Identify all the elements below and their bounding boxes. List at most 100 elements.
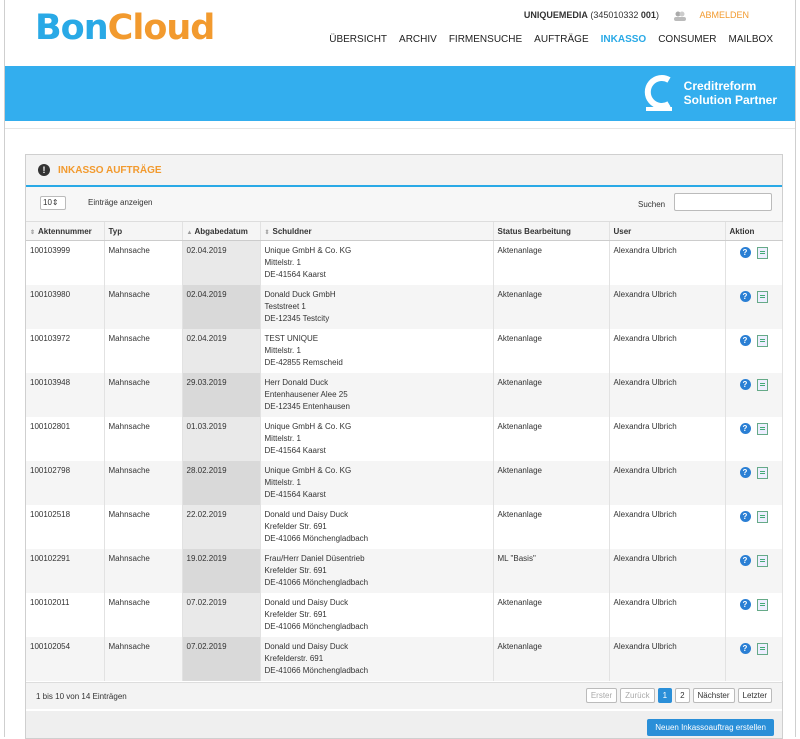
cell-aktion: ? (725, 593, 783, 637)
document-icon[interactable] (756, 423, 768, 435)
user-value: Alexandra Ulbrich (613, 466, 677, 475)
user-value: Alexandra Ulbrich (613, 422, 677, 431)
new-inkasso-button[interactable]: Neuen Inkassoauftrag erstellen (647, 719, 774, 736)
schuldner-line2: Krefelder Str. 691 (264, 522, 327, 531)
page-last-button[interactable]: Letzter (737, 688, 772, 703)
document-icon[interactable] (756, 643, 768, 655)
creditreform-banner: Creditreform Solution Partner (5, 66, 795, 121)
nav-firmensuche[interactable]: FIRMENSUCHE (449, 34, 522, 45)
cr-line1: Creditreform (683, 79, 757, 93)
cell-status: Aktenanlage (493, 461, 610, 505)
status-value: Aktenanlage (497, 334, 542, 343)
document-icon[interactable] (756, 467, 768, 479)
divider (5, 128, 795, 129)
help-icon[interactable]: ? (739, 335, 751, 346)
schuldner-line2: Mittelstr. 1 (264, 346, 301, 355)
cell-aktennummer: 100103948 (26, 373, 105, 417)
users-icon[interactable] (673, 11, 687, 21)
col-abgabedatum[interactable]: ▲ Abgabedatum (182, 222, 261, 241)
typ-value: Mahnsache (108, 422, 150, 431)
page-first-button[interactable]: Erster (585, 688, 618, 703)
schuldner-line3: DE-41066 Mönchengladbach (264, 622, 369, 631)
cell-schuldner: Donald Duck GmbH Teststreet 1 DE-12345 Tes… (260, 285, 494, 329)
cell-typ: Mahnsache (104, 285, 183, 329)
document-icon[interactable] (756, 335, 768, 347)
cell-status: Aktenanlage (493, 505, 610, 549)
help-icon[interactable]: ? (739, 643, 751, 654)
logout-link[interactable]: ABMELDEN (699, 10, 749, 20)
aktennummer-value: 100102291 (30, 554, 71, 563)
user-value: Alexandra Ulbrich (613, 510, 677, 519)
cell-aktion: ? (725, 549, 783, 593)
account-id-suffix: ) (655, 10, 659, 20)
cell-abgabedatum: 02.04.2019 (182, 329, 261, 373)
document-icon[interactable] (756, 291, 768, 303)
col-status[interactable]: Status Bearbeitung (493, 222, 610, 241)
schuldner-line2: Mittelstr. 1 (264, 478, 301, 487)
schuldner-line1: TEST UNIQUE (264, 334, 319, 343)
col-user[interactable]: User (609, 222, 726, 241)
document-icon[interactable] (756, 379, 768, 391)
cell-typ: Mahnsache (104, 329, 183, 373)
entries-length-label: Einträge anzeigen (88, 198, 153, 207)
sort-asc-icon: ▲ (186, 229, 193, 236)
help-icon[interactable]: ? (739, 379, 751, 390)
cell-user: Alexandra Ulbrich (609, 240, 726, 285)
panel-title: INKASSO AUFTRÄGE (58, 164, 162, 176)
account-name: UNIQUEMEDIA (523, 10, 588, 20)
cell-user: Alexandra Ulbrich (609, 505, 726, 549)
nav-inkasso[interactable]: INKASSO (601, 34, 647, 45)
schuldner-line1: Donald und Daisy Duck (264, 598, 349, 607)
help-icon[interactable]: ? (739, 247, 751, 258)
help-icon[interactable]: ? (739, 555, 751, 566)
entries-length-select[interactable]: 10⇕ (40, 196, 66, 210)
help-icon[interactable]: ? (739, 511, 751, 522)
table-row: 100103948 Mahnsache 29.03.2019 Herr Donald … (26, 373, 783, 417)
col-aktennummer[interactable]: ⇕ Aktennummer (26, 222, 105, 241)
document-icon[interactable] (756, 247, 768, 259)
schuldner-line1: Donald Duck GmbH (264, 290, 336, 299)
nav-archiv[interactable]: ARCHIV (399, 34, 437, 45)
help-icon[interactable]: ? (739, 423, 751, 434)
table-row: 100102798 Mahnsache 28.02.2019 Unique GmbH … (26, 461, 783, 505)
app-frame: BonCloud UNIQUEMEDIA (345010332 001) ABM… (4, 0, 796, 739)
col-abgabedatum-label: Abgabedatum (194, 226, 248, 236)
cell-abgabedatum: 07.02.2019 (182, 637, 261, 681)
nav-mailbox[interactable]: MAILBOX (729, 34, 773, 45)
search-input[interactable] (674, 193, 772, 211)
user-value: Alexandra Ulbrich (613, 642, 677, 651)
help-icon[interactable]: ? (739, 467, 751, 478)
page-next-button[interactable]: Nächster (692, 688, 735, 703)
cell-user: Alexandra Ulbrich (609, 329, 726, 373)
help-icon[interactable]: ? (739, 291, 751, 302)
document-icon[interactable] (756, 555, 768, 567)
schuldner-line3: DE-12345 Entenhausen (264, 402, 350, 411)
col-typ[interactable]: Typ (104, 222, 183, 241)
cell-aktennummer: 100102011 (26, 593, 105, 637)
document-icon[interactable] (756, 511, 768, 523)
table-row: 100102291 Mahnsache 19.02.2019 Frau/Herr Da… (26, 549, 783, 593)
boncloud-logo[interactable]: BonCloud (35, 8, 215, 48)
document-icon[interactable] (756, 599, 768, 611)
abgabedatum-value: 02.04.2019 (186, 246, 227, 255)
table-info: 1 bis 10 von 14 Einträgen (36, 692, 127, 701)
cell-status: Aktenanlage (493, 329, 610, 373)
cell-user: Alexandra Ulbrich (609, 285, 726, 329)
page-1-button[interactable]: 1 (657, 688, 673, 703)
col-aktion-label: Aktion (729, 226, 755, 236)
creditreform-c-icon (644, 75, 672, 111)
page-2-button[interactable]: 2 (675, 688, 690, 703)
abgabedatum-value: 01.03.2019 (186, 422, 227, 431)
nav-consumer[interactable]: CONSUMER (658, 34, 716, 45)
nav-auftraege[interactable]: AUFTRÄGE (534, 34, 588, 45)
nav-uebersicht[interactable]: ÜBERSICHT (329, 34, 387, 45)
table-body: 100103999 Mahnsache 02.04.2019 Unique GmbH … (26, 240, 783, 681)
col-schuldner[interactable]: ⇕ Schuldner (260, 222, 494, 241)
table-footer: 1 bis 10 von 14 Einträgen Erster Zurück … (26, 682, 782, 709)
status-value: Aktenanlage (497, 290, 542, 299)
cell-typ: Mahnsache (104, 417, 183, 461)
status-value: Aktenanlage (497, 598, 542, 607)
page-prev-button[interactable]: Zurück (620, 688, 655, 703)
help-icon[interactable]: ? (739, 599, 751, 610)
schuldner-line3: DE-41564 Kaarst (264, 446, 326, 455)
